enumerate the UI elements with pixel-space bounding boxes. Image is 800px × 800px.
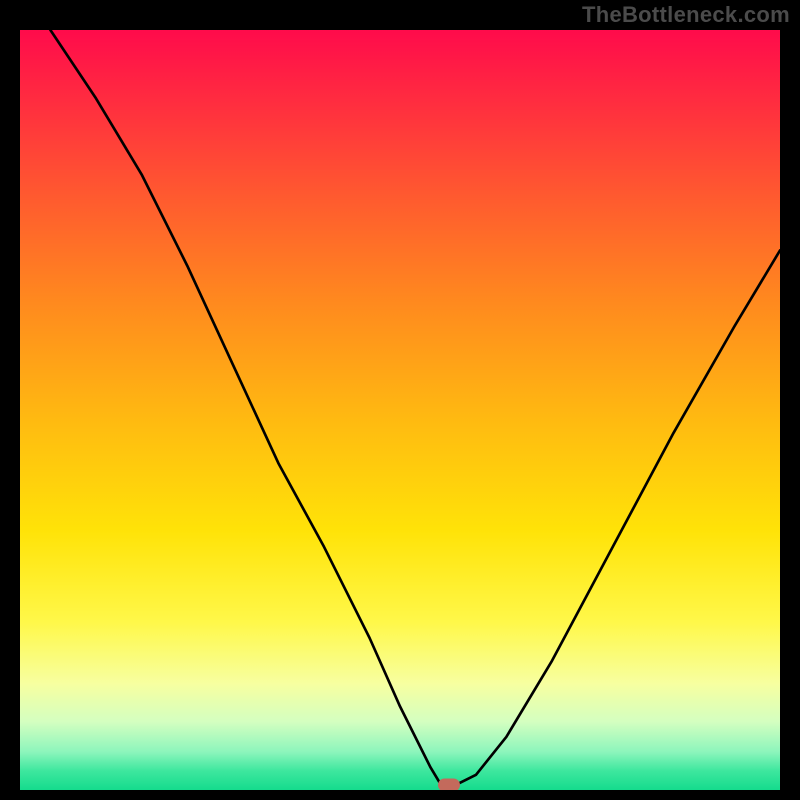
- optimal-point-marker: [438, 778, 460, 790]
- chart-frame: TheBottleneck.com: [0, 0, 800, 800]
- curve-svg: [20, 30, 780, 790]
- watermark-text: TheBottleneck.com: [582, 2, 790, 28]
- bottleneck-curve: [50, 30, 780, 786]
- plot-area: [20, 30, 780, 790]
